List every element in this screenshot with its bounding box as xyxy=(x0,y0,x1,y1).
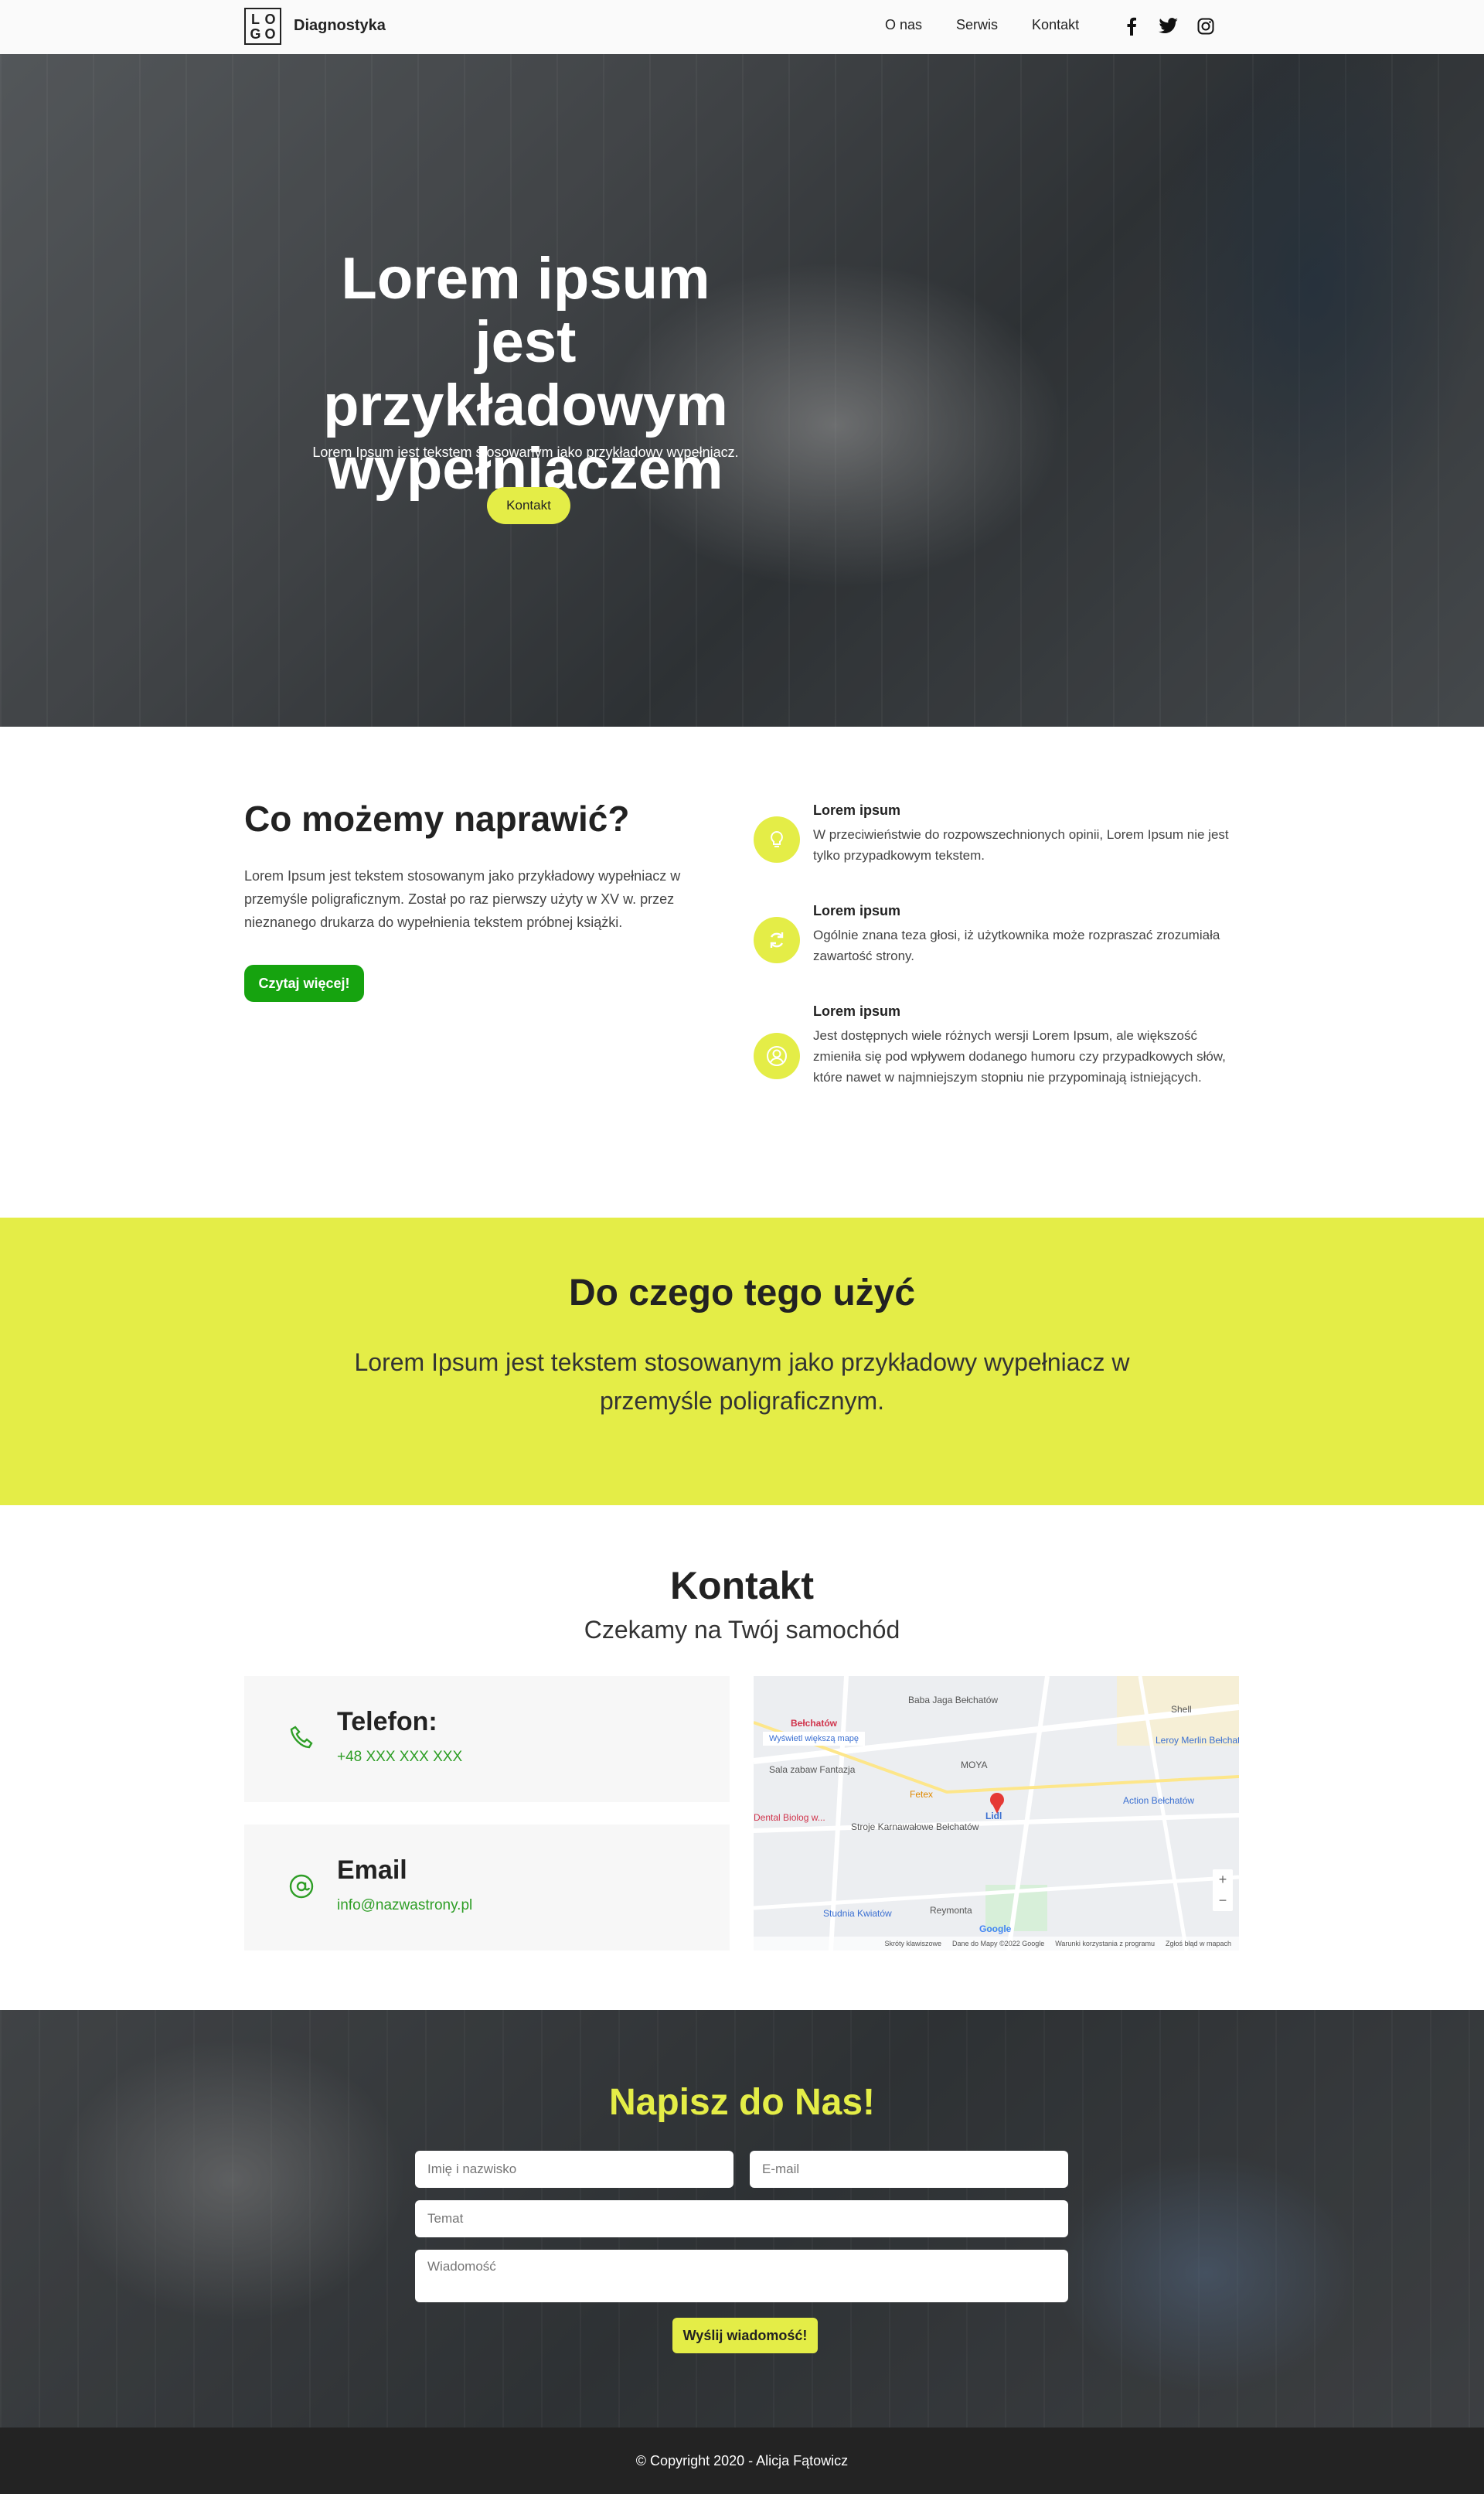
logo-letter: O xyxy=(264,26,276,42)
email-input[interactable] xyxy=(750,2151,1068,2188)
brand-name[interactable]: Diagnostyka xyxy=(294,17,386,35)
feature-text: Jest dostępnych wiele różnych wersji Lor… xyxy=(813,1028,1226,1085)
map-zoom-controls[interactable]: + − xyxy=(1213,1869,1233,1911)
logo-letter: O xyxy=(264,11,276,27)
copyright-text: © Copyright 2020 - Alicja Fątowicz xyxy=(635,2452,849,2468)
nav-link-service[interactable]: Serwis xyxy=(956,17,998,33)
map-label: Leroy Merlin Bełchatów xyxy=(1156,1735,1239,1746)
subject-input[interactable] xyxy=(415,2200,1068,2237)
map-label: Action Bełchatów xyxy=(1123,1795,1195,1806)
map-label: MOYA xyxy=(961,1760,988,1770)
usage-title: Do czego tego użyć xyxy=(568,1273,916,1313)
services-text: Lorem Ipsum jest tekstem stosowanym jako… xyxy=(244,868,681,930)
site-logo[interactable]: L O G O xyxy=(244,8,281,45)
phone-title: Telefon: xyxy=(337,1707,437,1736)
contact-title: Kontakt xyxy=(669,1564,815,1607)
feature-item: Lorem ipsum Ogólnie znana teza głosi, iż… xyxy=(754,903,1248,996)
google-map[interactable]: Wyświetl większą mapę Bełchatów Baba Jag… xyxy=(754,1676,1239,1951)
send-message-button[interactable]: Wyślij wiadomość! xyxy=(672,2318,818,2353)
zoom-in-icon[interactable]: + xyxy=(1219,1872,1227,1888)
message-textarea[interactable] xyxy=(415,2250,1068,2302)
feature-item: Lorem ipsum W przeciwieństwie do rozpows… xyxy=(754,802,1248,895)
name-input[interactable] xyxy=(415,2151,733,2188)
top-navbar: L O G O Diagnostyka O nas Serwis Kontakt xyxy=(0,0,1484,54)
at-sign-icon xyxy=(288,1872,315,1900)
phone-card: Telefon: +48 XXX XXX XXX xyxy=(244,1676,730,1802)
phone-icon xyxy=(288,1724,315,1752)
feature-title: Lorem ipsum xyxy=(813,903,901,918)
facebook-icon[interactable] xyxy=(1121,15,1142,37)
services-title: Co możemy naprawić? xyxy=(244,799,630,839)
hero-title: Lorem ipsum jest przykładowym wypełniacz… xyxy=(323,246,728,502)
twitter-icon[interactable] xyxy=(1158,15,1179,37)
map-label: Baba Jaga Bełchatów xyxy=(908,1695,999,1705)
map-enlarge-link[interactable]: Wyświetl większą mapę xyxy=(763,1732,866,1746)
nav-links: O nas Serwis Kontakt xyxy=(885,17,1079,33)
feature-item: Lorem ipsum Jest dostępnych wiele różnyc… xyxy=(754,1003,1248,1119)
map-label: Stroje Karnawałowe Bełchatów xyxy=(851,1821,979,1832)
feature-text: Ogólnie znana teza głosi, iż użytkownika… xyxy=(813,928,1220,963)
email-card: Email info@nazwastrony.pl xyxy=(244,1825,730,1951)
feature-title: Lorem ipsum xyxy=(813,1003,901,1019)
map-report-link[interactable]: Zgłoś błąd w mapach xyxy=(1166,1940,1231,1947)
map-data-credit: Dane do Mapy ©2022 Google xyxy=(952,1940,1045,1947)
map-label: Bełchatów xyxy=(791,1718,838,1729)
hero-subtitle: Lorem Ipsum jest tekstem stosowanym jako… xyxy=(312,445,739,460)
zoom-out-icon[interactable]: − xyxy=(1219,1893,1227,1909)
map-label: Reymonta xyxy=(930,1905,972,1916)
usage-text: Lorem Ipsum jest tekstem stosowanym jako… xyxy=(354,1348,1130,1415)
email-value[interactable]: info@nazwastrony.pl xyxy=(337,1897,472,1914)
email-title: Email xyxy=(337,1855,407,1885)
read-more-button[interactable]: Czytaj więcej! xyxy=(244,965,364,1002)
feature-text: W przeciwieństwie do rozpowszechnionych … xyxy=(813,827,1229,863)
hero-section: Lorem ipsum jest przykładowym wypełniacz… xyxy=(0,54,1484,727)
refresh-icon xyxy=(754,917,800,963)
feature-title: Lorem ipsum xyxy=(813,802,901,818)
map-label: Dental Biolog w... xyxy=(754,1812,825,1823)
map-label: Lidl xyxy=(985,1811,1002,1821)
contact-subtitle: Czekamy na Twój samochód xyxy=(584,1616,900,1644)
lightbulb-icon xyxy=(754,816,800,863)
contact-form-section: Napisz do Nas! Wyślij wiadomość! xyxy=(0,2010,1484,2428)
nav-link-contact[interactable]: Kontakt xyxy=(1032,17,1079,33)
instagram-icon[interactable] xyxy=(1195,15,1217,37)
map-label: Fetex xyxy=(910,1789,934,1800)
map-label: Shell xyxy=(1171,1704,1192,1715)
logo-letter: G xyxy=(250,26,261,42)
map-footer: Skróty klawiszowe Dane do Mapy ©2022 Goo… xyxy=(754,1937,1239,1951)
phone-value[interactable]: +48 XXX XXX XXX xyxy=(337,1749,462,1766)
social-links xyxy=(1121,15,1217,37)
google-logo: Google xyxy=(979,1923,1012,1934)
hero-contact-button[interactable]: Kontakt xyxy=(487,487,570,524)
user-circle-icon xyxy=(754,1033,800,1079)
footer: © Copyright 2020 - Alicja Fątowicz xyxy=(0,2428,1484,2494)
map-shortcuts-link[interactable]: Skróty klawiszowe xyxy=(884,1940,941,1947)
nav-link-about[interactable]: O nas xyxy=(885,17,922,33)
logo-letter: L xyxy=(251,11,260,27)
map-label: Sala zabaw Fantazja xyxy=(769,1764,856,1775)
form-title: Napisz do Nas! xyxy=(608,2082,876,2123)
map-label: Studnia Kwiatów xyxy=(823,1908,892,1919)
map-terms-link[interactable]: Warunki korzystania z programu xyxy=(1055,1940,1155,1947)
